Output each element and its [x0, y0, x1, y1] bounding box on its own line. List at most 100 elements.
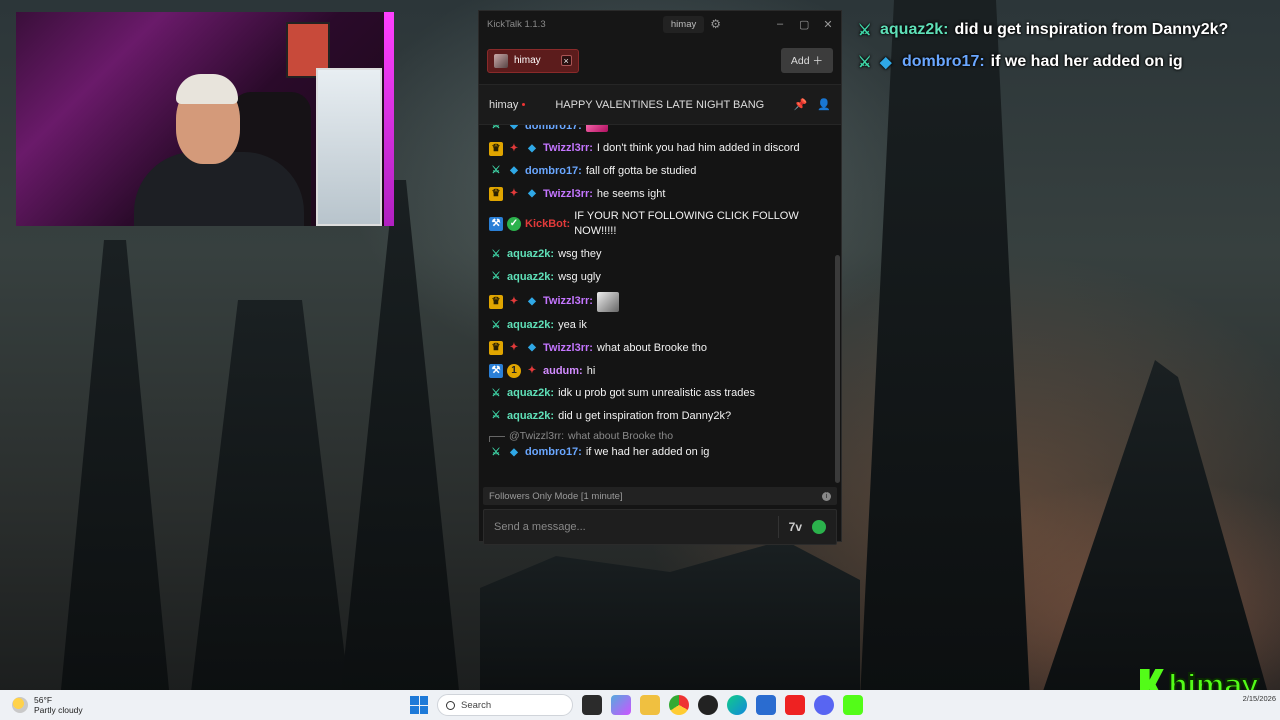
channel-name[interactable]: himay: [489, 99, 518, 111]
chat-message: ⚔ aquaz2k: yea ik: [489, 315, 831, 338]
sub-badge-icon: ✦: [509, 295, 519, 307]
chat-scrollbar[interactable]: [835, 255, 840, 483]
chat-text: if we had her added on ig: [585, 446, 710, 459]
sword-badge-icon: ⚔: [491, 387, 501, 399]
background-city: [480, 540, 860, 700]
taskbar-apps: Search: [410, 694, 863, 716]
background-spire: [190, 300, 350, 700]
7tv-emote-icon[interactable]: 7v: [789, 520, 802, 534]
kicktalk-window: KickTalk 1.1.3 himay ⚙ – ▢ ✕ himay × Add…: [478, 10, 842, 545]
cube-badge-icon: ◆: [528, 142, 536, 154]
weather-widget[interactable]: 56°F Partly cloudy: [12, 695, 83, 715]
chat-message: ⚔ aquaz2k: did u get inspiration from Da…: [489, 405, 831, 428]
webcam-streamer-cap: [176, 74, 238, 104]
chat-username[interactable]: Twizzl3rr:: [543, 294, 593, 309]
tab-himay[interactable]: himay ×: [487, 48, 579, 73]
taskbar-search[interactable]: Search: [437, 694, 573, 716]
chat-message: ⚔ ◆ dombro17: fall off gotta be studied: [489, 160, 831, 183]
cube-badge-icon: ◆: [528, 342, 536, 354]
overlay-chat-message: ⚔ ◆ dombro17: if we had her added on ig: [858, 46, 1228, 78]
overlay-text: did u get inspiration from Danny2k?: [954, 21, 1229, 38]
background-tower: [860, 0, 1030, 700]
overlay-chat-message: ⚔ aquaz2k: did u get inspiration from Da…: [858, 14, 1228, 46]
minimize-button[interactable]: –: [775, 18, 785, 30]
discord-icon[interactable]: [814, 695, 834, 715]
search-placeholder: Search: [461, 699, 492, 711]
system-clock[interactable]: 2/15/2026: [1243, 694, 1276, 704]
chat-text: fall off gotta be studied: [585, 164, 697, 177]
background-cathedral: [1040, 360, 1270, 700]
chat-text: hi: [586, 364, 596, 377]
cube-badge-icon: ◆: [510, 446, 518, 458]
reply-reference[interactable]: @Twizzl3rr: what about Brooke tho: [489, 428, 831, 444]
chat-username[interactable]: aquaz2k:: [507, 318, 554, 333]
kick-emote-icon[interactable]: [812, 520, 826, 534]
start-button[interactable]: [410, 696, 428, 714]
chat-text: wsg ugly: [558, 270, 601, 283]
chat-message: ⚔ aquaz2k: idk u prob got sum unrealisti…: [489, 382, 831, 405]
copilot-icon[interactable]: [611, 695, 631, 715]
chat-username[interactable]: Twizzl3rr:: [543, 187, 593, 202]
chat-username[interactable]: Twizzl3rr:: [543, 341, 593, 356]
one-month-badge-icon: 1: [507, 364, 521, 379]
overlay-text: if we had her added on ig: [990, 53, 1183, 70]
weather-desc: Partly cloudy: [34, 705, 83, 715]
file-explorer-icon[interactable]: [640, 695, 660, 715]
chat-text: what about Brooke tho: [596, 341, 707, 354]
chat-username[interactable]: Twizzl3rr:: [543, 141, 593, 156]
reply-text: what about Brooke tho: [568, 429, 674, 442]
title-bar: KickTalk 1.1.3 himay ⚙ – ▢ ✕: [479, 11, 841, 37]
avatar: [494, 53, 508, 68]
edge-icon[interactable]: [727, 695, 747, 715]
sub-badge-icon: ✦: [527, 365, 537, 377]
gear-icon[interactable]: ⚙: [710, 17, 721, 31]
sub-badge-icon: ✦: [509, 142, 519, 154]
chat-username[interactable]: aquaz2k:: [507, 386, 554, 401]
chat-text: wsg they: [558, 248, 602, 261]
weather-temp: 56°F: [34, 695, 53, 705]
kicktalk-icon[interactable]: [843, 695, 863, 715]
current-user-button[interactable]: himay: [662, 15, 705, 33]
store-icon[interactable]: [756, 695, 776, 715]
crown-badge-icon: ♛: [489, 341, 503, 356]
sword-badge-icon: ⚔: [491, 446, 501, 458]
webcam-pc-case: [316, 68, 382, 226]
close-tab-icon[interactable]: ×: [560, 55, 572, 66]
chat-username[interactable]: aquaz2k:: [507, 247, 554, 262]
chat-username[interactable]: KickBot:: [525, 217, 570, 232]
chat-username[interactable]: aquaz2k:: [507, 270, 554, 285]
user-icon[interactable]: 👤: [817, 98, 831, 111]
chat-username[interactable]: aquaz2k:: [507, 409, 554, 424]
sword-badge-icon: ⚔: [491, 271, 501, 283]
chat-text: yea ik: [558, 319, 587, 332]
maximize-button[interactable]: ▢: [799, 18, 809, 31]
reply-hook-icon: [489, 435, 505, 442]
weather-text: 56°F Partly cloudy: [34, 695, 83, 715]
chat-username[interactable]: dombro17:: [525, 164, 582, 179]
cube-badge-icon: ◆: [528, 188, 536, 200]
live-indicator: [522, 103, 526, 106]
info-icon[interactable]: i: [822, 491, 831, 501]
chrome-icon[interactable]: [669, 695, 689, 715]
youtube-icon[interactable]: [785, 695, 805, 715]
chat-message: ♛ ✦ ◆ Twizzl3rr: he seems ight: [489, 183, 831, 206]
add-chatroom-button[interactable]: Add ＋: [780, 48, 833, 73]
chat-username[interactable]: dombro17:: [525, 445, 582, 460]
overlay-username: dombro17:: [902, 53, 985, 70]
chat-message: ⚔ ◆ dombro17: if we had her added on ig: [489, 444, 831, 462]
emote-image: [596, 291, 619, 312]
chat-messages[interactable]: ⚔ ◆ dombro17: ♛ ✦ ◆ Twizzl3rr: I don't t…: [479, 125, 841, 483]
cube-badge-icon: ◆: [510, 125, 518, 132]
chat-username[interactable]: audum:: [543, 364, 583, 379]
task-view-icon[interactable]: [582, 695, 602, 715]
chat-text: I don't think you had him added in disco…: [596, 142, 800, 155]
crown-badge-icon: ♛: [489, 141, 503, 156]
sub-badge-icon: ✦: [509, 188, 519, 200]
message-input[interactable]: Send a message... 7v: [483, 509, 837, 545]
pin-icon[interactable]: 📌: [794, 98, 808, 111]
obs-icon[interactable]: [698, 695, 718, 715]
chat-username[interactable]: dombro17:: [525, 125, 582, 134]
close-button[interactable]: ✕: [823, 18, 833, 31]
sword-badge-icon: ⚔: [858, 54, 872, 71]
app-title: KickTalk 1.1.3: [487, 18, 546, 30]
